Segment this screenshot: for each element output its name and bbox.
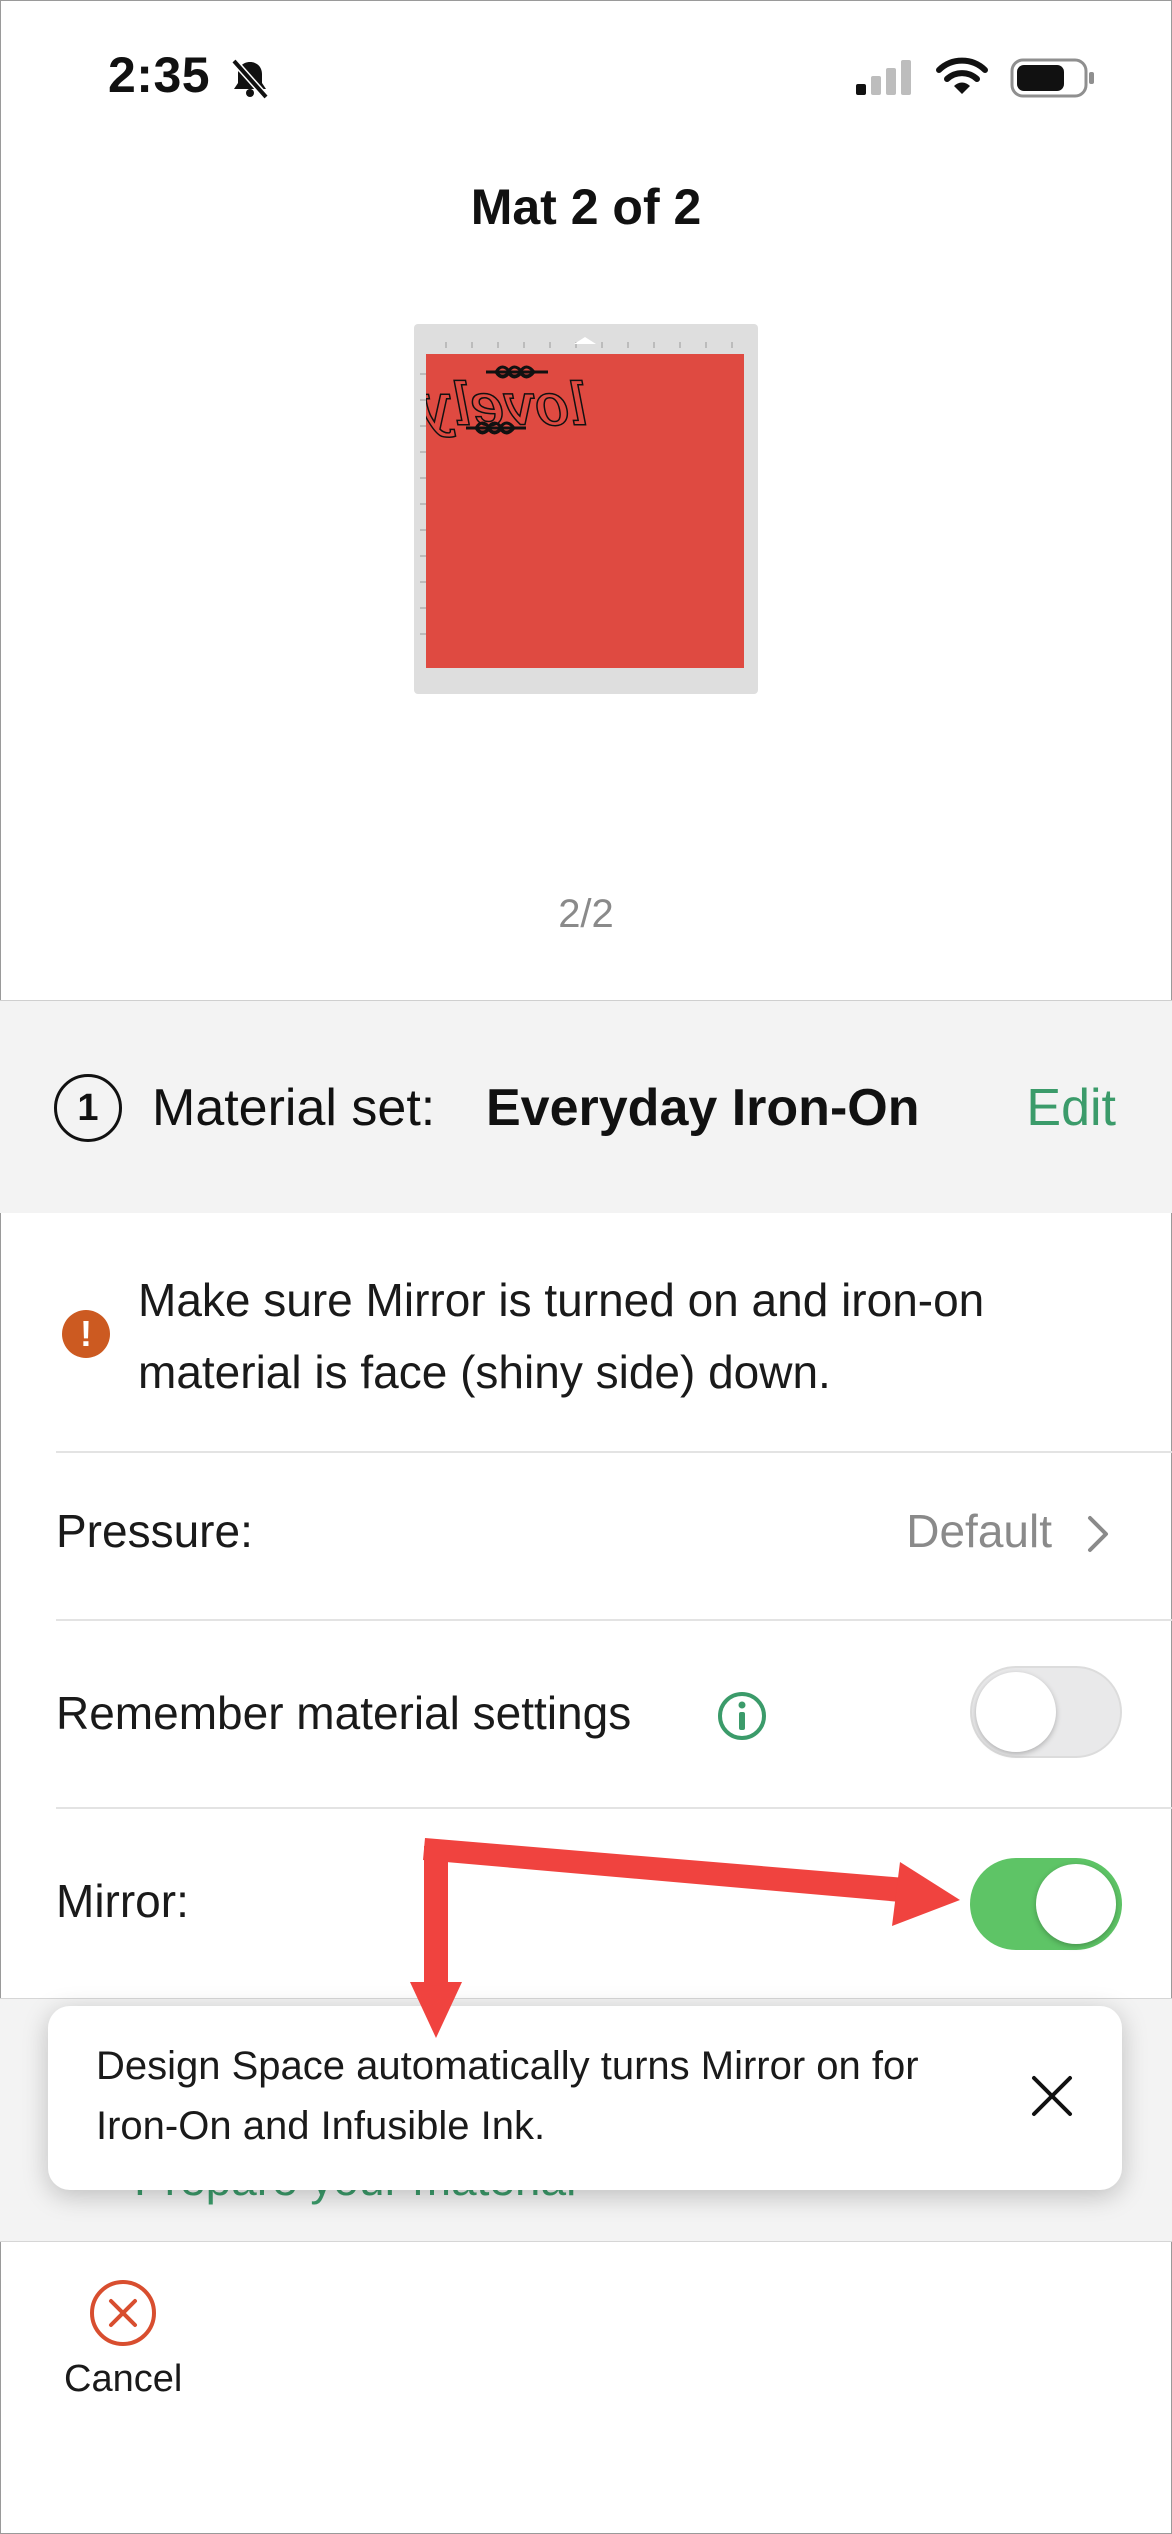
- annotation-arrows: [410, 1838, 960, 2038]
- cancel-icon[interactable]: [88, 2278, 158, 2348]
- cancel-button-label[interactable]: Cancel: [64, 2358, 182, 2401]
